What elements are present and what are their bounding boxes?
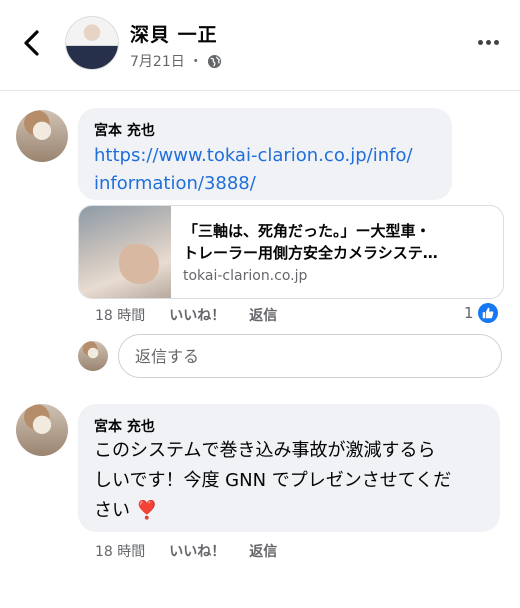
- like-button[interactable]: いいね！: [169, 541, 225, 561]
- link-preview-thumbnail: [79, 206, 171, 298]
- post-author-name[interactable]: 深貝 一正: [130, 20, 218, 47]
- like-badge: [477, 303, 498, 323]
- meta-separator: ・: [188, 54, 203, 70]
- more-dot: [493, 39, 499, 45]
- comment-author[interactable]: 宮本 充也: [94, 120, 155, 140]
- link-preview-title-line: 「三軸は、死角だった。」ー大型車・: [183, 222, 431, 240]
- comment-actions: 18 時間 いいね！ 返信: [95, 305, 277, 325]
- comment-text-line: さい ❣️: [94, 496, 494, 526]
- heart-exclamation-icon: ❣️: [135, 500, 159, 521]
- commenter-avatar[interactable]: [16, 110, 68, 162]
- comment-link[interactable]: https://www.tokai-clarion.co.jp/info/ in…: [94, 142, 444, 198]
- comment-link-line[interactable]: information/3888/: [94, 170, 444, 198]
- back-button[interactable]: [14, 24, 50, 60]
- header-divider: [0, 90, 520, 91]
- comment-text: このシステムで巻き込み事故が激減するら しいです！今度 GNN でプレゼンさせて…: [94, 436, 494, 526]
- comment-text-line: しいです！今度 GNN でプレゼンさせてくだ: [94, 470, 452, 491]
- link-preview-title-line: トレーラー用側方安全カメラシステ…: [183, 244, 438, 262]
- comment-actions: 18 時間 いいね！ 返信: [95, 541, 277, 561]
- comment-text-tail: さい: [94, 500, 130, 521]
- comment-bubble: 宮本 充也 https://www.tokai-clarion.co.jp/in…: [78, 108, 452, 200]
- post-date: 7月21日: [130, 54, 185, 70]
- more-dots-icon: [477, 39, 483, 45]
- thumbs-up-icon: [482, 307, 493, 319]
- link-preview-domain: tokai-clarion.co.jp: [183, 268, 308, 284]
- commenter-avatar[interactable]: [16, 404, 68, 456]
- reaction-summary[interactable]: 1: [464, 303, 498, 323]
- more-options-button[interactable]: [470, 30, 506, 54]
- link-preview-title: 「三軸は、死角だった。」ー大型車・ トレーラー用側方安全カメラシステ…: [183, 220, 495, 264]
- like-button[interactable]: いいね！: [169, 305, 225, 325]
- link-preview-card[interactable]: 「三軸は、死角だった。」ー大型車・ トレーラー用側方安全カメラシステ… toka…: [78, 205, 504, 299]
- post-meta: 7月21日 ・: [130, 51, 222, 71]
- comment-author[interactable]: 宮本 充也: [94, 416, 155, 436]
- comment-link-line[interactable]: https://www.tokai-clarion.co.jp/info/: [94, 142, 444, 170]
- reaction-count: 1: [464, 304, 474, 322]
- comment-bubble: 宮本 充也 このシステムで巻き込み事故が激減するら しいです！今度 GNN でプ…: [78, 404, 500, 532]
- more-dot: [485, 39, 491, 45]
- comment-text-line: このシステムで巻き込み事故が激減するら: [94, 440, 436, 461]
- globe-icon: [207, 54, 221, 68]
- current-user-avatar: [78, 341, 108, 371]
- chevron-left-icon: [24, 30, 39, 56]
- reply-input[interactable]: [118, 334, 502, 378]
- comment-time: 18 時間: [95, 308, 146, 324]
- reply-button[interactable]: 返信: [249, 541, 277, 561]
- author-avatar[interactable]: [65, 16, 119, 70]
- reply-button[interactable]: 返信: [249, 305, 277, 325]
- comment-time: 18 時間: [95, 544, 146, 560]
